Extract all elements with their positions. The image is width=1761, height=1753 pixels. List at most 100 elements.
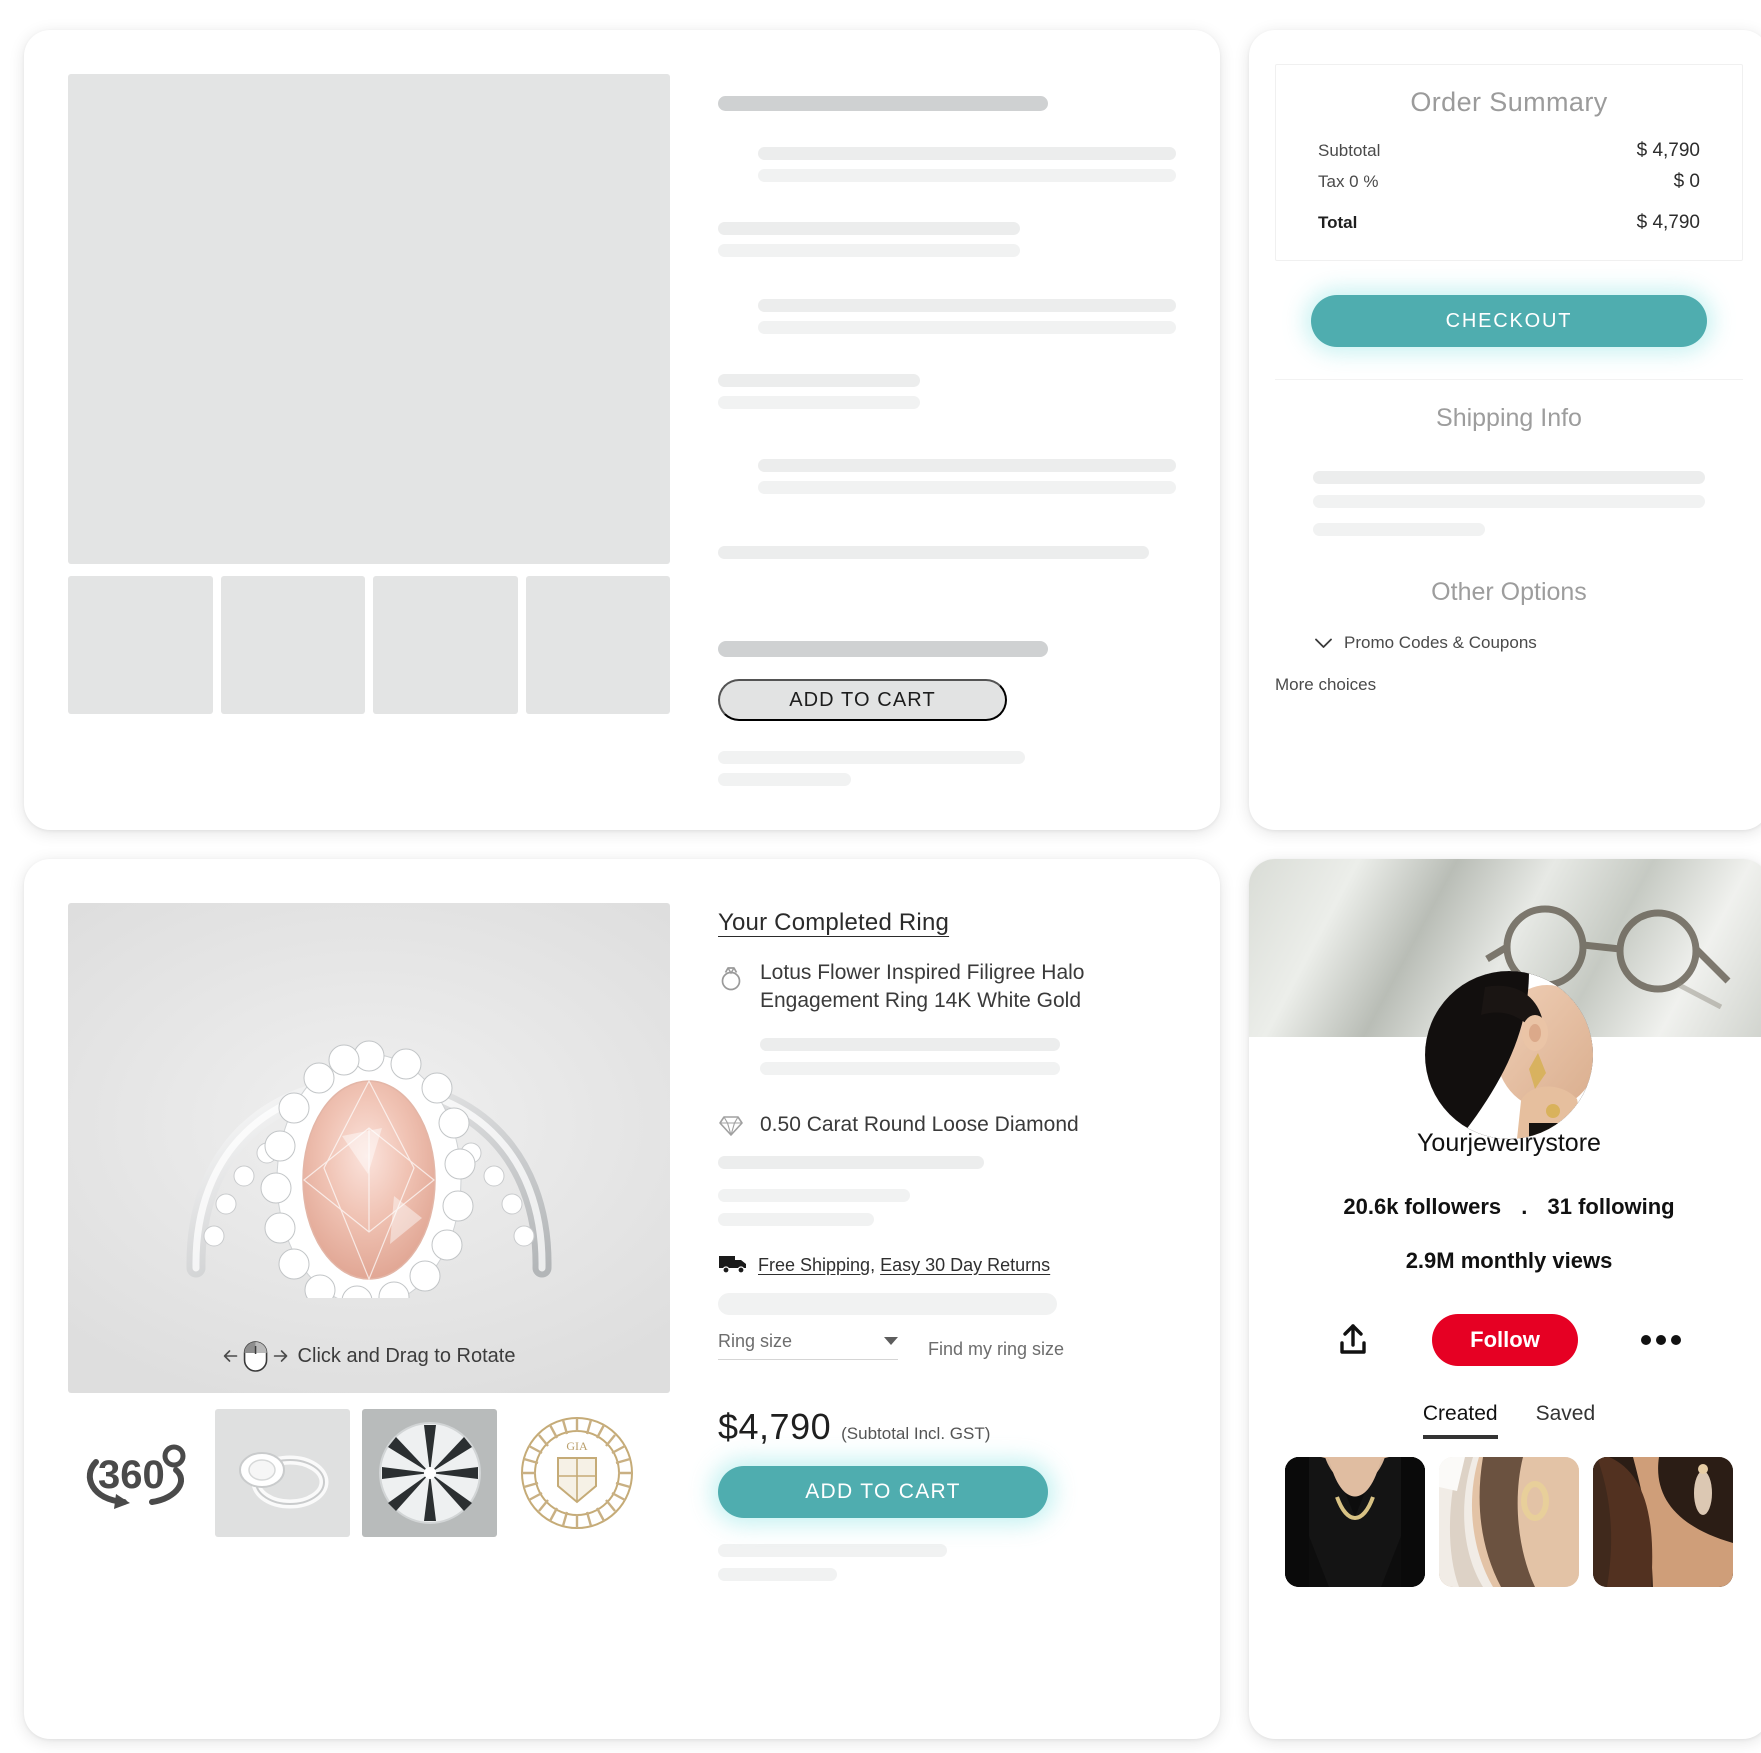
360-degree-icon: 360 (86, 1444, 185, 1509)
diamond-icon (718, 1111, 746, 1142)
shipping-separator: , (870, 1254, 876, 1275)
skeleton-line (760, 1061, 1060, 1075)
ring-line-item: Lotus Flower Inspired Filigree Halo Enga… (718, 959, 1176, 1016)
checkout-button[interactable]: CHECKOUT (1311, 295, 1707, 347)
tax-label: Tax 0 % (1318, 172, 1379, 191)
diamond-line-item: 0.50 Carat Round Loose Diamond (718, 1111, 1176, 1142)
truck-icon (718, 1252, 748, 1279)
add-to-cart-button[interactable]: ADD TO CART (718, 679, 1007, 721)
avatar (1425, 971, 1593, 1139)
shipping-skeleton (1275, 433, 1743, 536)
ring-size-row: Ring size Find my ring size (718, 1331, 1176, 1360)
rotate-hint: Click and Drag to Rotate (223, 1339, 516, 1373)
price-note: (Subtotal Incl. GST) (841, 1423, 991, 1443)
order-summary-row-total: Total $ 4,790 (1318, 212, 1700, 234)
total-label: Total (1318, 213, 1358, 232)
product-thumbnail-strip: 360 GIA (68, 1409, 670, 1537)
order-summary-card: Order Summary Subtotal $ 4,790 Tax 0 % $… (1249, 30, 1761, 830)
add-to-cart-button[interactable]: ADD TO CART (718, 1465, 1048, 1518)
skeleton-line (718, 546, 1149, 560)
diamond-name: 0.50 Carat Round Loose Diamond (760, 1112, 1079, 1136)
pin-drop-earring[interactable] (1593, 1457, 1733, 1587)
skeleton-hero-image (68, 74, 670, 564)
order-summary-box: Order Summary Subtotal $ 4,790 Tax 0 % $… (1275, 64, 1743, 261)
total-value: $ 4,790 (1636, 212, 1700, 233)
engagement-ring-image (186, 1040, 552, 1299)
skeleton-line (758, 169, 1176, 183)
following-count: 31 following (1547, 1194, 1675, 1219)
skeleton-line (718, 1567, 838, 1581)
free-shipping-link[interactable]: Free Shipping (758, 1255, 870, 1275)
skeleton-line (758, 459, 1176, 473)
skeleton-thumbnail[interactable] (373, 576, 518, 714)
chevron-down-icon (884, 1337, 898, 1346)
rotate-hint-label: Click and Drag to Rotate (297, 1344, 516, 1367)
skeleton-line (760, 1037, 1060, 1051)
pin-hoop-earring[interactable] (1439, 1457, 1579, 1587)
skeleton-line (718, 1212, 874, 1226)
skeleton-thumbnail[interactable] (525, 576, 670, 714)
ring-icon (718, 959, 746, 1016)
tab-created[interactable]: Created (1422, 1402, 1498, 1439)
product-gallery: Click and Drag to Rotate 360 GIA (68, 903, 670, 1695)
gia-seal-icon: GIA (520, 1417, 633, 1529)
360-view-thumbnail[interactable]: 360 (68, 1409, 203, 1537)
product-info: Your Completed Ring Lotus Flower Inspire… (718, 903, 1176, 1695)
skeleton-line (718, 396, 920, 410)
skeleton-price-bar (718, 641, 1048, 658)
other-options-title: Other Options (1431, 578, 1587, 606)
ellipsis-icon[interactable] (1640, 1333, 1682, 1347)
ring-size-select[interactable]: Ring size (718, 1331, 898, 1360)
page-root: ADD TO CART Order Summary Subtotal $ 4,7… (0, 0, 1761, 1753)
skeleton-line (1313, 495, 1705, 508)
more-choices-label[interactable]: More choices (1275, 675, 1743, 695)
skeleton-title-bar (718, 96, 1048, 112)
tax-value: $ 0 (1673, 171, 1700, 192)
ring-name: Lotus Flower Inspired Filigree Halo Enga… (760, 961, 1085, 1013)
followers-count: 20.6k followers (1343, 1194, 1502, 1219)
easy-returns-link[interactable]: Easy 30 Day Returns (880, 1255, 1050, 1275)
share-icon[interactable] (1336, 1323, 1370, 1357)
social-profile-card: Yourjewelrystore 20.6k followers . 31 fo… (1249, 859, 1761, 1739)
skeleton-line (718, 751, 1025, 764)
product-price: $4,790 (718, 1405, 832, 1447)
ring-side-thumbnail[interactable] (215, 1409, 350, 1537)
diamond-top-thumbnail[interactable] (362, 1409, 497, 1537)
skeleton-line (718, 1543, 947, 1557)
subtotal-value: $ 4,790 (1636, 140, 1700, 161)
svg-text:GIA: GIA (566, 1439, 588, 1453)
shipping-returns-row: Free Shipping, Easy 30 Day Returns (718, 1252, 1176, 1279)
skeleton-line (718, 374, 920, 388)
skeleton-line (1313, 523, 1486, 536)
skeleton-line (758, 321, 1176, 335)
skeleton-line (718, 1292, 1057, 1315)
follow-button[interactable]: Follow (1432, 1314, 1578, 1366)
ring-viewer-360[interactable]: Click and Drag to Rotate (68, 903, 670, 1393)
shipping-info-title: Shipping Info (1436, 404, 1582, 432)
skeleton-line (718, 1188, 911, 1202)
skeleton-line (718, 1155, 984, 1169)
mouse-drag-icon (223, 1339, 289, 1373)
skeleton-thumbnail[interactable] (68, 576, 213, 714)
pin-necklace[interactable] (1285, 1457, 1425, 1587)
skeleton-line (1313, 471, 1705, 484)
ring-size-placeholder: Ring size (718, 1330, 793, 1351)
skeleton-line (718, 773, 851, 786)
skeleton-line (758, 481, 1176, 495)
profile-tabs: Created Saved (1249, 1402, 1761, 1439)
profile-stats: 20.6k followers . 31 following (1249, 1194, 1761, 1220)
find-my-ring-size-link[interactable]: Find my ring size (928, 1339, 1064, 1360)
profile-pin-grid (1249, 1457, 1761, 1587)
monthly-views: 2.9M monthly views (1405, 1248, 1613, 1273)
skeleton-line (758, 299, 1176, 313)
chevron-down-icon (1315, 638, 1332, 648)
profile-actions: Follow (1249, 1314, 1761, 1366)
promo-codes-row[interactable]: Promo Codes & Coupons (1315, 633, 1743, 653)
svg-text:360: 360 (98, 1453, 165, 1497)
skeleton-product-card: ADD TO CART (24, 30, 1220, 830)
tab-saved[interactable]: Saved (1536, 1402, 1596, 1439)
skeleton-line (718, 244, 1021, 258)
gia-certificate-thumbnail[interactable]: GIA (509, 1409, 644, 1537)
product-heading[interactable]: Your Completed Ring (718, 909, 1176, 937)
skeleton-thumbnail[interactable] (220, 576, 365, 714)
